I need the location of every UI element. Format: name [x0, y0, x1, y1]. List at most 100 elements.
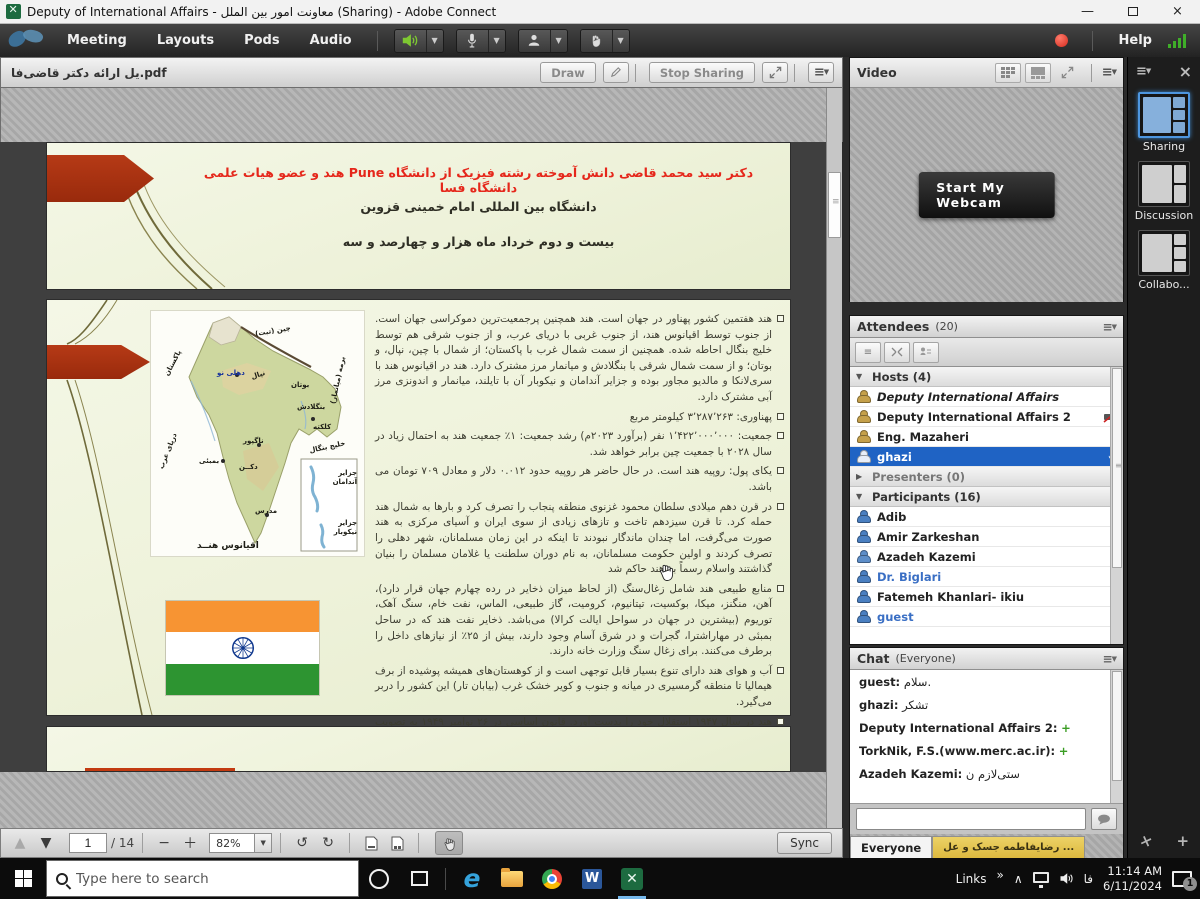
fullscreen-icon: [769, 66, 782, 79]
menu-audio[interactable]: Audio: [295, 24, 367, 57]
add-layout-icon[interactable]: +: [1176, 832, 1189, 850]
document-scrollbar-thumb[interactable]: [828, 172, 841, 238]
next-page-button[interactable]: ▼: [33, 831, 59, 855]
layout-bar: ≡▼ × Sharing Discussion Collabo... × +: [1127, 57, 1200, 858]
fit-width-button[interactable]: [384, 831, 410, 855]
document-scrollbar[interactable]: [826, 88, 842, 828]
raise-hand-dropdown[interactable]: ▼: [613, 30, 629, 52]
participants-group-header[interactable]: ▼Participants (16): [850, 487, 1123, 507]
task-view-button[interactable]: [399, 858, 439, 899]
zoom-dropdown-arrow[interactable]: ▼: [254, 834, 271, 852]
attendee-row-selected[interactable]: ghazi: [850, 447, 1123, 467]
hand-tool-button[interactable]: [435, 831, 463, 855]
maximize-button[interactable]: [1110, 0, 1155, 24]
attendees-scrollbar-thumb[interactable]: [1112, 368, 1122, 568]
chrome-taskbar-button[interactable]: [532, 858, 572, 899]
links-chevron-icon[interactable]: »: [996, 868, 1003, 882]
webcam-dropdown[interactable]: ▼: [551, 30, 567, 52]
manage-layouts-icon[interactable]: ×: [1137, 830, 1155, 851]
map-label-indian-ocean: اقیانوس هنــد: [197, 541, 259, 551]
file-explorer-taskbar-button[interactable]: [492, 858, 532, 899]
chat-send-button[interactable]: [1091, 808, 1117, 830]
chat-pod-menu-button[interactable]: ≡▼: [1103, 652, 1116, 666]
video-grid-view-button[interactable]: [995, 63, 1021, 83]
attendee-list-view-button[interactable]: ≡: [855, 342, 881, 363]
attendee-row[interactable]: Amir Zarkeshan: [850, 527, 1123, 547]
close-button[interactable]: ×: [1155, 0, 1200, 24]
chat-tab-everyone[interactable]: Everyone: [850, 836, 932, 858]
cortana-button[interactable]: [359, 858, 399, 899]
share-pod-toolbar: ▲ ▼ / 14 − ＋ 82% ▼ ↺ ↻ Sync: [0, 828, 843, 858]
taskbar-clock[interactable]: 11:14 AM 6/11/2024: [1103, 864, 1162, 894]
start-webcam-button[interactable]: Start My Webcam: [918, 172, 1055, 218]
draw-button[interactable]: Draw: [540, 62, 596, 83]
zoom-level-select[interactable]: 82% ▼: [209, 833, 272, 853]
chat-tab-private[interactable]: ... رضایفاطمه جسک و عل: [932, 836, 1085, 858]
video-fullscreen-button[interactable]: [1055, 63, 1081, 83]
layout-discussion-thumbnail[interactable]: [1138, 161, 1190, 207]
minimize-button[interactable]: —: [1065, 0, 1110, 24]
video-filmstrip-view-button[interactable]: [1025, 63, 1051, 83]
layout-sharing-thumbnail[interactable]: [1138, 92, 1190, 138]
webcam-button[interactable]: [519, 30, 551, 52]
host-icon: [856, 390, 870, 403]
layout-bar-menu-button[interactable]: ≡▼: [1136, 64, 1150, 79]
action-center-button[interactable]: 1: [1172, 871, 1192, 887]
attendee-row[interactable]: Eng. Mazaheri: [850, 427, 1123, 447]
fullscreen-button[interactable]: [762, 62, 788, 83]
fit-page-button[interactable]: [358, 831, 384, 855]
attendees-scrollbar[interactable]: [1110, 367, 1123, 644]
attendee-row[interactable]: Deputy International Affairs: [850, 387, 1123, 407]
speaker-dropdown[interactable]: ▼: [427, 30, 443, 52]
mic-button[interactable]: [457, 30, 489, 52]
attendee-row[interactable]: Deputy International Affairs 2: [850, 407, 1123, 427]
attendee-status-view-button[interactable]: [913, 342, 939, 363]
start-button[interactable]: [0, 858, 46, 899]
zoom-in-button[interactable]: ＋: [177, 831, 203, 855]
taskbar-search-input[interactable]: [76, 871, 349, 887]
help-link[interactable]: Help: [1119, 33, 1152, 48]
chat-scrollbar-thumb[interactable]: [1112, 671, 1122, 781]
attendee-row[interactable]: guest: [850, 607, 1123, 627]
rotate-right-button[interactable]: ↻: [315, 831, 341, 855]
layout-collaboration-thumbnail[interactable]: [1138, 230, 1190, 276]
speaker-button[interactable]: [395, 30, 427, 52]
network-icon[interactable]: [1033, 872, 1049, 883]
rotate-left-button[interactable]: ↺: [289, 831, 315, 855]
menu-meeting[interactable]: Meeting: [52, 24, 142, 57]
edge-taskbar-button[interactable]: e: [452, 858, 492, 899]
chat-input[interactable]: [856, 808, 1086, 830]
word-taskbar-button[interactable]: W: [572, 858, 612, 899]
menu-pods[interactable]: Pods: [229, 24, 295, 57]
chat-scrollbar[interactable]: [1110, 670, 1123, 804]
language-indicator[interactable]: فا: [1084, 872, 1093, 886]
raise-hand-button[interactable]: [581, 30, 613, 52]
attendee-row[interactable]: Azadeh Kazemi: [850, 547, 1123, 567]
pointer-tool-button[interactable]: [603, 62, 629, 83]
attendee-row[interactable]: Dr. Biglari: [850, 567, 1123, 587]
taskbar-search[interactable]: [46, 860, 359, 897]
adobe-connect-taskbar-button[interactable]: ✕: [612, 858, 652, 899]
mic-dropdown[interactable]: ▼: [489, 30, 505, 52]
previous-page-button[interactable]: ▲: [7, 831, 33, 855]
presenters-group-header[interactable]: ▶Presenters (0): [850, 467, 1123, 487]
attendees-pod: Attendees (20) ≡▼ ≡ ▼Hosts (4) Deputy In…: [849, 315, 1124, 645]
show-hidden-icons-button[interactable]: ∧: [1014, 872, 1023, 886]
breakout-view-button[interactable]: [884, 342, 910, 363]
menu-layouts[interactable]: Layouts: [142, 24, 229, 57]
links-toolbar-label[interactable]: Links: [956, 872, 987, 886]
video-pod-menu-button[interactable]: ≡▼: [1102, 65, 1116, 80]
stop-sharing-button[interactable]: Stop Sharing: [649, 62, 755, 83]
attendees-pod-menu-button[interactable]: ≡▼: [1103, 320, 1116, 334]
layout-bar-close-icon[interactable]: ×: [1179, 62, 1192, 81]
volume-icon[interactable]: [1059, 872, 1074, 885]
attendee-row[interactable]: Fatemeh Khanlari- ikiu: [850, 587, 1123, 607]
sync-button[interactable]: Sync: [777, 832, 832, 854]
attendee-row[interactable]: Adib: [850, 507, 1123, 527]
zoom-out-button[interactable]: −: [151, 831, 177, 855]
cortana-icon: [369, 869, 389, 889]
page-number-input[interactable]: [69, 833, 107, 853]
share-pod-background-top: [0, 88, 843, 142]
hosts-group-header[interactable]: ▼Hosts (4): [850, 367, 1123, 387]
share-pod-menu-button[interactable]: ≡▼: [808, 62, 834, 83]
